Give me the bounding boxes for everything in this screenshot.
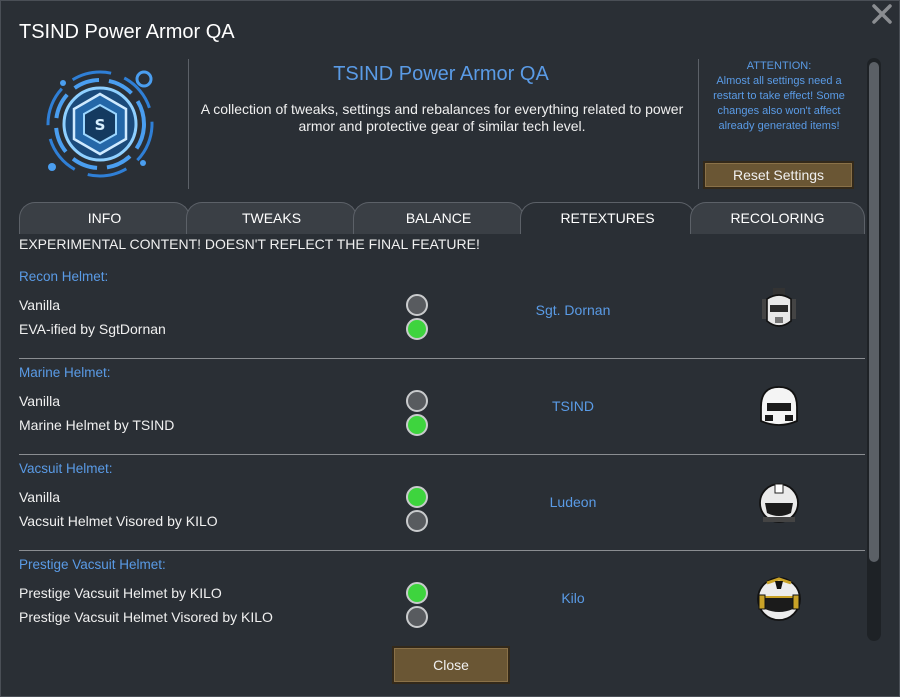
- svg-text:S: S: [95, 116, 106, 134]
- recon-helmet-icon: [762, 288, 796, 327]
- tab-tweaks[interactable]: TWEAKS: [186, 202, 357, 234]
- scrollbar-thumb[interactable]: [869, 62, 879, 562]
- author-label: Ludeon: [549, 494, 597, 510]
- radio-button[interactable]: [406, 486, 428, 508]
- reset-settings-button[interactable]: Reset Settings: [703, 161, 854, 189]
- attention-notice: ATTENTION: Almost all settings need a re…: [713, 60, 845, 132]
- option-label: Vacsuit Helmet Visored by KILO: [19, 513, 218, 529]
- radio-button[interactable]: [406, 294, 428, 316]
- vacsuit-helmet-icon: [759, 483, 799, 523]
- header-divider: [188, 59, 189, 189]
- tab-info[interactable]: INFO: [19, 202, 190, 234]
- author-label: Sgt. Dornan: [535, 302, 611, 318]
- scrollbar[interactable]: [867, 58, 881, 641]
- section-title: Vacsuit Helmet:: [19, 461, 113, 476]
- close-icon[interactable]: [869, 1, 895, 27]
- experimental-warning: EXPERIMENTAL CONTENT! DOESN'T REFLECT TH…: [19, 236, 480, 252]
- recon-helmet-section: Recon Helmet: Vanilla EVA-ified by SgtDo…: [19, 263, 865, 359]
- marine-helmet-icon: [760, 386, 798, 426]
- section-title: Recon Helmet:: [19, 269, 109, 284]
- tab-retextures[interactable]: RETEXTURES: [520, 202, 695, 234]
- tab-bar: INFO TWEAKS BALANCE RETEXTURES RECOLORIN…: [19, 202, 865, 234]
- window-title: TSIND Power Armor QA: [19, 21, 235, 43]
- tab-balance[interactable]: BALANCE: [353, 202, 524, 234]
- radio-button[interactable]: [406, 390, 428, 412]
- retexture-options: Recon Helmet: Vanilla EVA-ified by SgtDo…: [19, 263, 865, 647]
- option-label: EVA-ified by SgtDornan: [19, 321, 166, 337]
- close-button[interactable]: Close: [392, 646, 510, 684]
- section-title: Marine Helmet:: [19, 365, 111, 380]
- radio-button[interactable]: [406, 582, 428, 604]
- vacsuit-helmet-section: Vacsuit Helmet: Vanilla Vacsuit Helmet V…: [19, 455, 865, 551]
- mod-logo-icon: S: [46, 70, 154, 178]
- option-label: Vanilla: [19, 393, 60, 409]
- prestige-vacsuit-helmet-section: Prestige Vacsuit Helmet: Prestige Vacsui…: [19, 551, 865, 647]
- option-label: Vanilla: [19, 489, 60, 505]
- author-label: TSIND: [552, 398, 594, 414]
- option-label: Vanilla: [19, 297, 60, 313]
- radio-button[interactable]: [406, 510, 428, 532]
- marine-helmet-section: Marine Helmet: Vanilla Marine Helmet by …: [19, 359, 865, 455]
- author-label: Kilo: [561, 590, 585, 606]
- radio-button[interactable]: [406, 414, 428, 436]
- radio-button[interactable]: [406, 606, 428, 628]
- option-label: Prestige Vacsuit Helmet Visored by KILO: [19, 609, 273, 625]
- mod-description: A collection of tweaks, settings and reb…: [200, 101, 684, 134]
- mod-header: S TSIND Power Armor QA A collection of t…: [19, 57, 865, 191]
- option-label: Prestige Vacsuit Helmet by KILO: [19, 585, 222, 601]
- option-label: Marine Helmet by TSIND: [19, 417, 175, 433]
- radio-button[interactable]: [406, 318, 428, 340]
- section-title: Prestige Vacsuit Helmet:: [19, 557, 166, 572]
- mod-settings-window: TSIND Power Armor QA S TSIND Power Armor…: [0, 0, 900, 697]
- prestige-vacsuit-helmet-icon: [757, 577, 801, 621]
- tab-recoloring[interactable]: RECOLORING: [690, 202, 865, 234]
- mod-title: TSIND Power Armor QA: [333, 63, 549, 85]
